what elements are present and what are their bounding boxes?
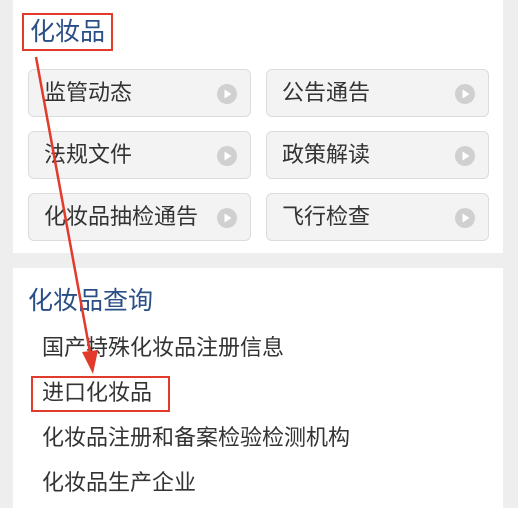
play-circle-icon xyxy=(216,207,238,229)
button-label: 法规文件 xyxy=(44,143,133,168)
section-title[interactable]: 化妆品 xyxy=(22,13,114,51)
regulatory-news-button[interactable]: 监管动态 xyxy=(28,69,251,117)
spot-check-notice-button[interactable]: 化妆品抽检通告 xyxy=(28,193,251,241)
query-title: 化妆品查询 xyxy=(28,286,154,315)
button-label: 飞行检查 xyxy=(282,205,371,230)
button-label: 政策解读 xyxy=(282,143,371,168)
domestic-special-cosmetics-link[interactable]: 国产特殊化妆品注册信息 xyxy=(42,333,284,365)
flight-inspection-button[interactable]: 飞行检查 xyxy=(266,193,489,241)
announcements-button[interactable]: 公告通告 xyxy=(266,69,489,117)
testing-institutions-link[interactable]: 化妆品注册和备案检验检测机构 xyxy=(42,423,350,455)
play-circle-icon xyxy=(216,145,238,167)
play-circle-icon xyxy=(454,207,476,229)
button-label: 化妆品抽检通告 xyxy=(44,205,199,230)
play-circle-icon xyxy=(454,83,476,105)
highlight-box xyxy=(31,376,170,412)
regulations-button[interactable]: 法规文件 xyxy=(28,131,251,179)
production-enterprises-link[interactable]: 化妆品生产企业 xyxy=(42,468,196,500)
play-circle-icon xyxy=(216,83,238,105)
button-label: 监管动态 xyxy=(44,81,133,106)
button-label: 公告通告 xyxy=(282,81,371,106)
policy-interpretation-button[interactable]: 政策解读 xyxy=(266,131,489,179)
play-circle-icon xyxy=(454,145,476,167)
